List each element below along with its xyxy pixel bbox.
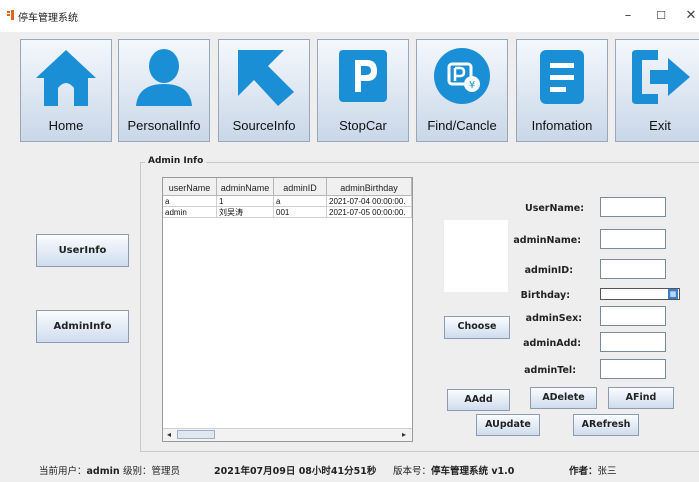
maximize-button[interactable]: ☐ [650, 6, 672, 26]
window-title: 停车管理系统 [18, 13, 78, 24]
status-level-label: 级别： [123, 466, 152, 477]
table-cell: 2021-07-05 00:00:00. [327, 207, 412, 218]
admintel-label: adminTel: [524, 365, 576, 376]
toolbar-personalinfo-button[interactable]: PersonalInfo [118, 39, 210, 142]
toolbar-infomation-button[interactable]: Infomation [516, 39, 608, 142]
parking-icon [339, 50, 387, 102]
table-cell: admin [163, 207, 217, 218]
status-level: 级别：管理员 [123, 463, 180, 477]
table-horizontal-scrollbar[interactable]: ◂ ▸ [163, 428, 412, 441]
parking-pay-icon: ¥ [434, 48, 490, 104]
svg-text:¥: ¥ [469, 80, 475, 91]
table-row[interactable]: admin 刘吴涛 001 2021-07-05 00:00:00. [163, 207, 412, 218]
admin-info-panel-title: Admin Info [145, 156, 207, 166]
status-author-value: 张三 [597, 466, 617, 477]
toolbar-infomation-label: Infomation [531, 118, 593, 133]
table-cell: 刘吴涛 [217, 207, 274, 218]
choose-button[interactable]: Choose [444, 316, 510, 339]
toolbar-stopcar-button[interactable]: StopCar [317, 39, 409, 142]
toolbar-home-button[interactable]: Home [20, 39, 112, 142]
adminsex-label: adminSex: [525, 313, 582, 324]
table-cell: a [274, 196, 327, 207]
status-current-user: 当前用户：admin [39, 463, 120, 477]
scroll-thumb[interactable] [177, 430, 215, 439]
adminid-input[interactable] [600, 259, 666, 279]
adelete-button[interactable]: ADelete [530, 387, 597, 409]
birthday-date-field[interactable]: ▦ [600, 288, 680, 300]
admin-table-body: a 1 a 2021-07-04 00:00:00. admin 刘吴涛 001… [163, 196, 412, 218]
exit-icon [632, 50, 690, 104]
table-cell: 2021-07-04 00:00:00. [327, 196, 412, 207]
column-header-adminid[interactable]: adminID [274, 178, 327, 196]
column-header-username[interactable]: userName [163, 178, 217, 196]
toolbar-exit-label: Exit [649, 118, 671, 133]
column-header-adminbirthday[interactable]: adminBirthday [327, 178, 412, 196]
toolbar-home-label: Home [48, 118, 84, 133]
adminadd-input[interactable] [600, 332, 666, 352]
aadd-button[interactable]: AAdd [447, 389, 510, 411]
status-datetime: 2021年07月09日 08小时41分51秒 [214, 466, 377, 477]
table-cell: 001 [274, 207, 327, 218]
calendar-icon[interactable]: ▦ [668, 289, 678, 299]
status-user-label: 当前用户： [39, 466, 87, 477]
aupdate-button[interactable]: AUpdate [476, 414, 540, 436]
toolbar-findcancle-button[interactable]: ¥ Find/Cancle [416, 39, 508, 142]
column-header-adminname[interactable]: adminName [217, 178, 274, 196]
afind-button[interactable]: AFind [608, 387, 674, 409]
username-label: UserName: [525, 203, 584, 214]
table-cell: a [163, 196, 217, 207]
scroll-right-icon[interactable]: ▸ [399, 430, 409, 440]
toolbar-findcancle-label: Find/Cancle [427, 118, 497, 133]
toolbar-sourceinfo-label: SourceInfo [232, 118, 296, 133]
minimize-button[interactable]: – [617, 6, 639, 26]
table-row[interactable]: a 1 a 2021-07-04 00:00:00. [163, 196, 412, 207]
title-bar: 停车管理系统 – ☐ ✕ [0, 0, 699, 32]
admintel-input[interactable] [600, 359, 666, 379]
status-version-label: 版本号： [393, 466, 432, 477]
adminadd-label: adminAdd: [523, 338, 581, 349]
toolbar-stopcar-label: StopCar [339, 118, 387, 133]
adminsex-input[interactable] [600, 306, 666, 326]
status-author: 作者：张三 [569, 463, 617, 477]
status-version: 版本号：停车管理系统 v1.0 [393, 463, 514, 477]
toolbar-exit-button[interactable]: Exit [615, 39, 699, 142]
status-user-value: admin [86, 466, 120, 477]
document-icon [540, 50, 584, 104]
toolbar-sourceinfo-button[interactable]: SourceInfo [218, 39, 310, 142]
admin-table-header: userName adminName adminID adminBirthday [163, 178, 412, 196]
person-icon [136, 49, 192, 106]
status-author-label: 作者： [569, 466, 598, 477]
table-cell: 1 [217, 196, 274, 207]
adminname-input[interactable] [600, 229, 666, 249]
toolbar-personalinfo-label: PersonalInfo [127, 118, 201, 133]
arefresh-button[interactable]: ARefresh [573, 414, 639, 436]
username-input[interactable] [600, 197, 666, 217]
status-level-value: 管理员 [151, 466, 181, 477]
status-version-value: 停车管理系统 v1.0 [431, 466, 515, 477]
scroll-left-icon[interactable]: ◂ [164, 430, 174, 440]
admininfo-button[interactable]: AdminInfo [36, 310, 129, 343]
home-icon [36, 50, 96, 106]
app-logo-icon [7, 10, 14, 20]
admin-photo [444, 220, 508, 292]
close-button[interactable]: ✕ [680, 6, 699, 26]
birthday-label: Birthday: [520, 290, 570, 301]
adminname-label: adminName: [513, 235, 581, 246]
adminid-label: adminID: [524, 265, 573, 276]
userinfo-button[interactable]: UserInfo [36, 234, 129, 267]
arrow-cursor-icon [238, 50, 294, 106]
